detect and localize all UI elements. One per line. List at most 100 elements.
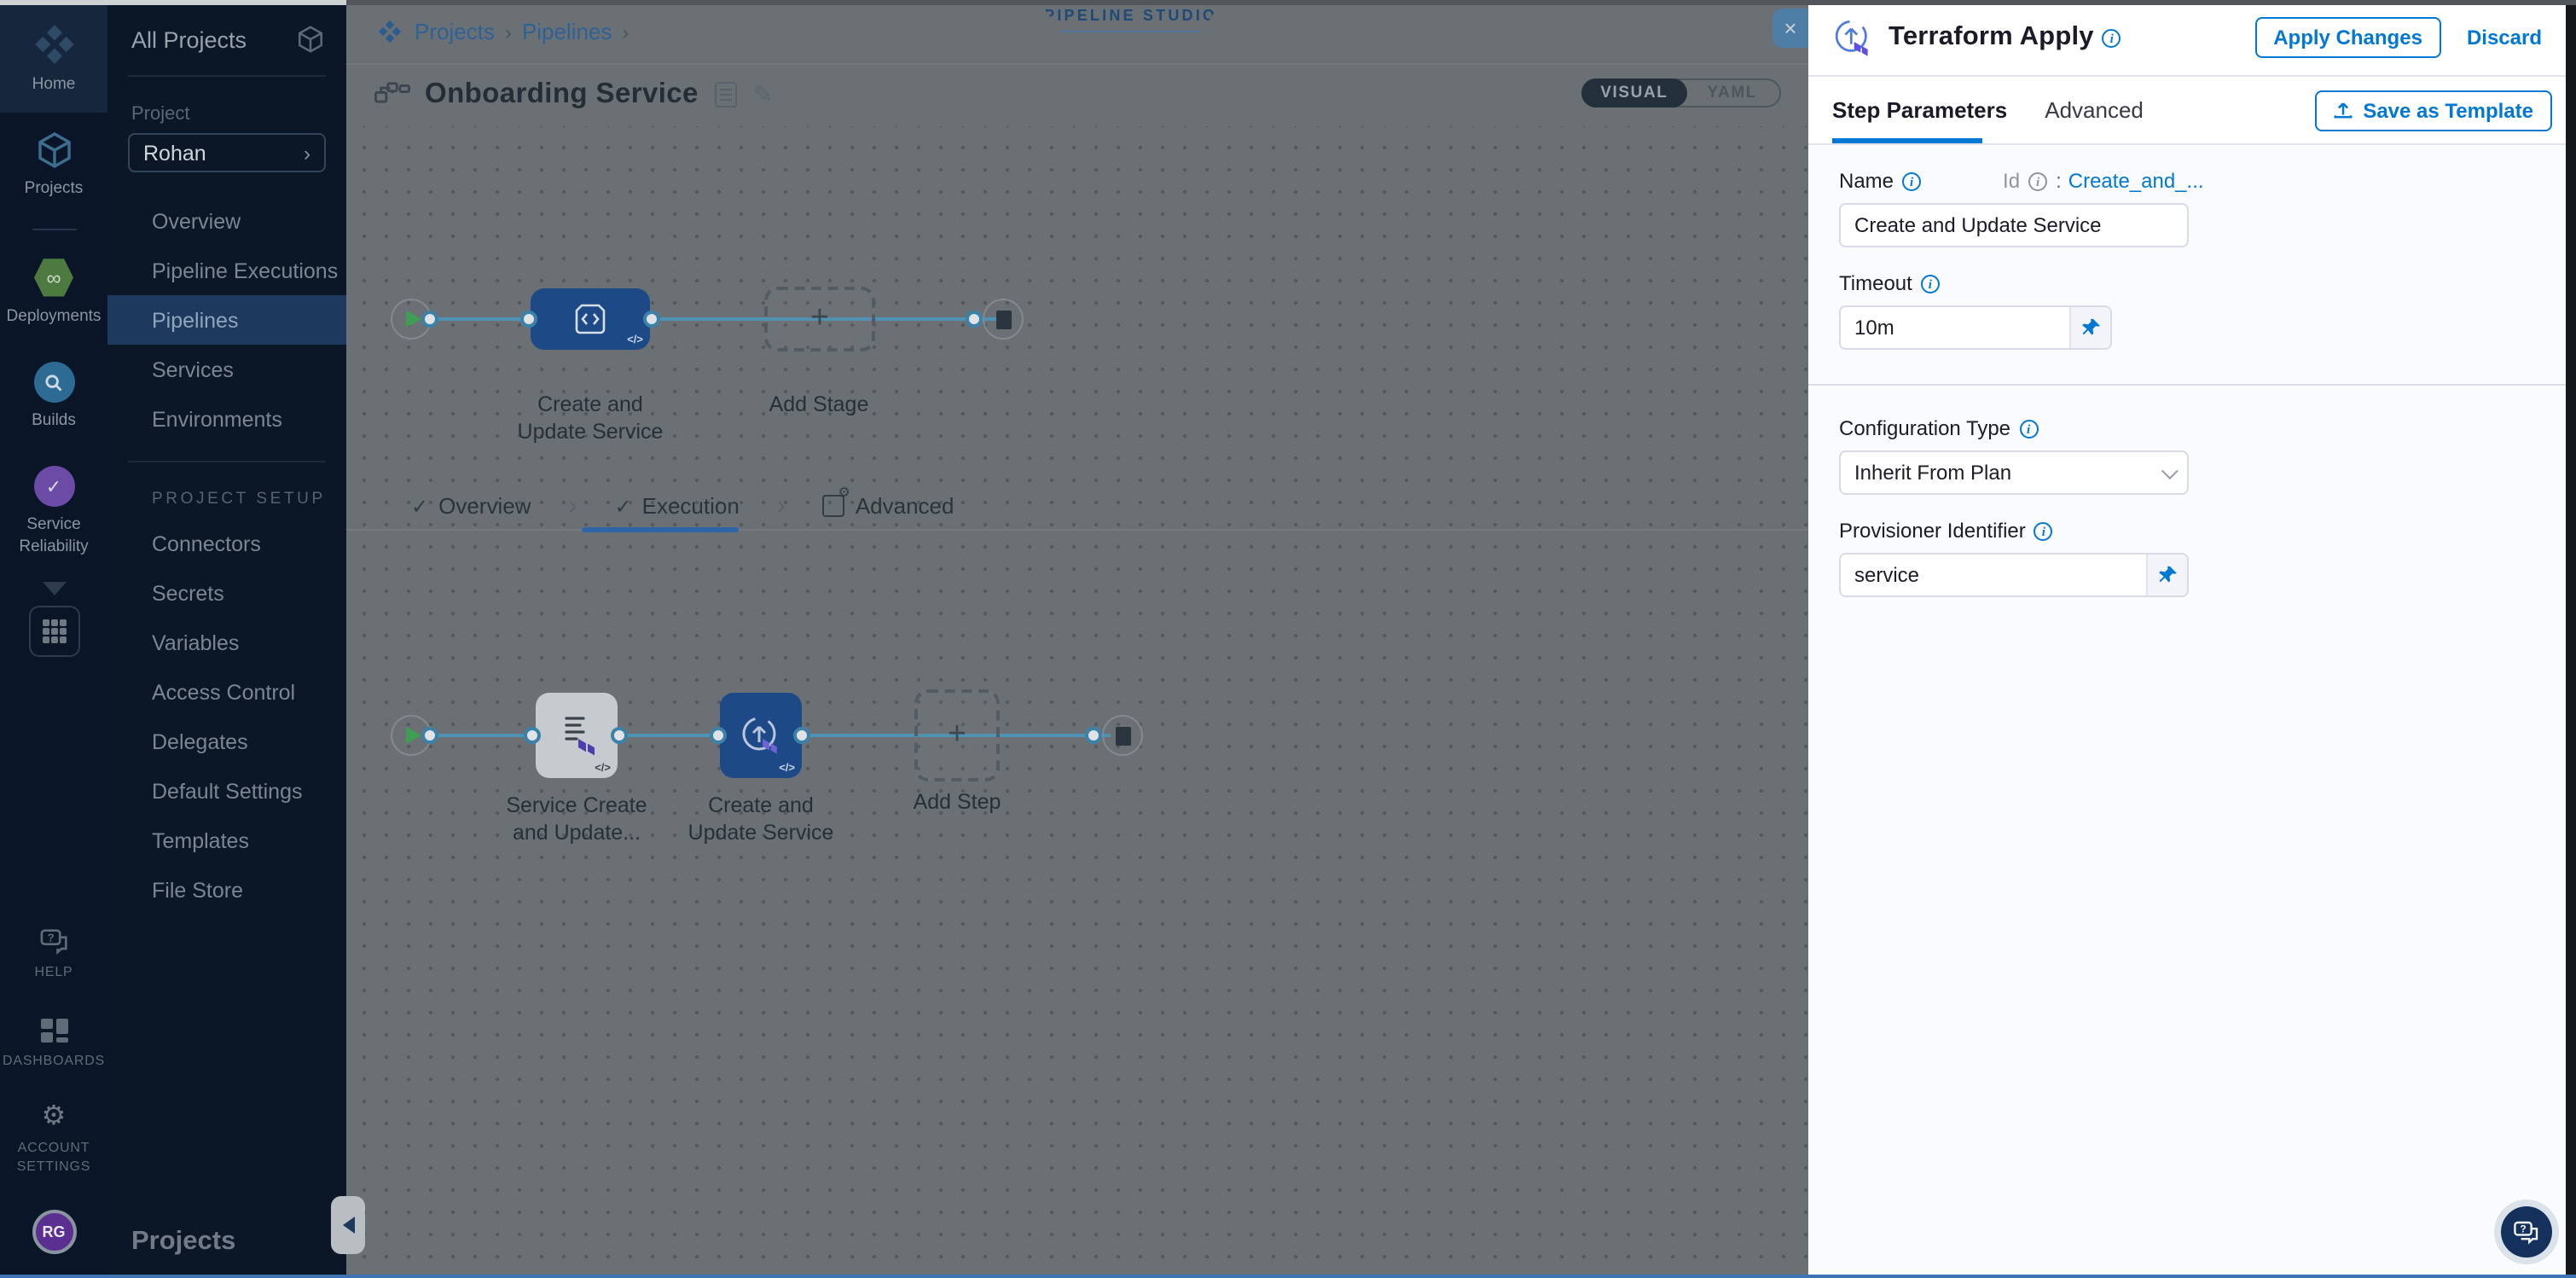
avatar: RG <box>32 1210 76 1254</box>
toggle-yaml[interactable]: YAML <box>1685 80 1780 106</box>
add-stage-label[interactable]: Add Stage <box>742 391 896 419</box>
form-divider <box>1808 384 2576 386</box>
project-sidebar: All Projects Project Rohan › Overview Pi… <box>107 0 346 1278</box>
edge-joint[interactable] <box>524 727 541 744</box>
nav-service-reliability[interactable]: ✓ Service Reliability <box>0 450 107 575</box>
execution-end-node <box>1102 715 1143 756</box>
nav-projects[interactable]: Projects <box>0 113 107 218</box>
help-chat-widget[interactable]: ? <box>2501 1206 2552 1258</box>
id-label: Id <box>2003 169 2020 193</box>
rail-more-chevron-icon[interactable] <box>42 582 66 595</box>
chevron-right-icon: › <box>777 491 786 520</box>
step-parameters-form: Name i Id i : Create_and_... Timeout i <box>1808 145 2576 1278</box>
info-icon[interactable]: i <box>2028 171 2047 190</box>
step-node-terraform-apply[interactable]: </> <box>720 693 802 778</box>
add-step-node[interactable]: + <box>914 689 1000 781</box>
window-scrollbar-track[interactable] <box>2566 0 2576 1278</box>
tab-step-parameters[interactable]: Step Parameters <box>1832 97 2007 123</box>
breadcrumb-projects-link[interactable]: Projects <box>415 19 495 44</box>
nav-account-settings[interactable]: ⚙ ACCOUNT SETTINGS <box>0 1087 107 1193</box>
nav-builds[interactable]: Builds <box>0 345 107 450</box>
step-node-service-create[interactable]: </> <box>536 693 618 778</box>
stage-node-label[interactable]: Create and Update Service <box>513 391 667 446</box>
stage-node-create-update-service[interactable]: </> <box>531 288 650 350</box>
fixed-value-pin-button[interactable] <box>2069 307 2110 348</box>
add-stage-node[interactable]: + <box>764 287 875 351</box>
module-rail: Home Projects ∞ Deployments Builds ✓ Ser… <box>0 0 107 1278</box>
nav-home-label: Home <box>32 75 76 96</box>
edge-joint[interactable] <box>966 311 983 328</box>
service-reliability-icon: ✓ <box>33 467 74 508</box>
chevron-right-icon: › <box>304 141 310 165</box>
sidebar-item-overview[interactable]: Overview <box>107 196 346 246</box>
add-step-label[interactable]: Add Step <box>880 788 1034 816</box>
plus-icon: + <box>948 717 966 754</box>
sidebar-item-access-control[interactable]: Access Control <box>107 667 346 717</box>
tab-execution[interactable]: ✓ Execution <box>615 493 740 519</box>
edge-joint[interactable] <box>421 311 438 328</box>
tab-overview[interactable]: ✓ Overview <box>411 493 531 519</box>
nav-help[interactable]: ? HELP <box>0 912 107 1000</box>
info-icon[interactable]: i <box>2019 419 2038 438</box>
tab-drawer-advanced[interactable]: Advanced <box>2045 97 2144 123</box>
nav-dashboards[interactable]: DASHBOARDS <box>0 1000 107 1088</box>
user-avatar-item[interactable]: RG <box>0 1193 107 1278</box>
canvas-grid: </> + Create and Update Service Add Stag… <box>346 126 1808 1278</box>
edge-joint[interactable] <box>611 727 628 744</box>
sidebar-item-services[interactable]: Services <box>107 345 346 394</box>
builds-icon <box>33 362 74 403</box>
timeout-field-group <box>1839 305 2112 350</box>
sidebar-item-secrets[interactable]: Secrets <box>107 568 346 618</box>
yaml-code-badge: </> <box>627 334 643 346</box>
active-tab-underline <box>1832 138 1982 143</box>
sidebar-item-variables[interactable]: Variables <box>107 618 346 667</box>
project-selector[interactable]: Rohan › <box>128 133 326 172</box>
edit-pencil-icon[interactable]: ✎ <box>753 80 773 109</box>
nav-deployments[interactable]: ∞ Deployments <box>0 240 107 345</box>
play-icon <box>405 311 421 328</box>
toggle-visual[interactable]: VISUAL <box>1581 78 1686 107</box>
edge-joint[interactable] <box>710 727 727 744</box>
info-icon[interactable]: i <box>1921 274 1940 293</box>
module-grid-button[interactable] <box>28 606 79 657</box>
info-icon[interactable]: i <box>2103 28 2121 47</box>
sidebar-item-pipeline-executions[interactable]: Pipeline Executions <box>107 246 346 295</box>
edge-joint[interactable] <box>421 727 438 744</box>
notes-icon[interactable] <box>716 82 738 107</box>
sidebar-divider <box>128 461 326 462</box>
svg-text:?: ? <box>2520 1222 2526 1234</box>
sidebar-item-connectors[interactable]: Connectors <box>107 519 346 568</box>
sidebar-item-file-store[interactable]: File Store <box>107 865 346 915</box>
sidebar-item-default-settings[interactable]: Default Settings <box>107 766 346 816</box>
edge-joint[interactable] <box>1085 727 1102 744</box>
all-projects-label[interactable]: All Projects <box>131 26 247 52</box>
timeout-field[interactable] <box>1841 307 2069 348</box>
stage-tab-bar: ✓ Overview › ✓ Execution › Advanced <box>346 483 1808 531</box>
sidebar-collapse-handle[interactable] <box>331 1196 365 1254</box>
nav-home[interactable]: Home <box>0 0 107 113</box>
provisioner-identifier-field[interactable] <box>1841 555 2146 595</box>
info-icon[interactable]: i <box>1902 171 1921 190</box>
edge-joint[interactable] <box>643 311 660 328</box>
edge-joint[interactable] <box>793 727 810 744</box>
discard-button[interactable]: Discard <box>2467 26 2542 49</box>
close-drawer-button[interactable]: × <box>1772 9 1808 48</box>
save-as-template-button[interactable]: Save as Template <box>2315 90 2552 131</box>
edge-joint[interactable] <box>520 311 537 328</box>
step-label[interactable]: Create and Update Service <box>684 792 838 847</box>
breadcrumb-pipelines-link[interactable]: Pipelines <box>522 19 612 44</box>
pipeline-title-bar: Onboarding Service ✎ VISUAL YAML <box>346 65 1808 125</box>
fixed-value-pin-button[interactable] <box>2146 555 2187 595</box>
name-field[interactable] <box>1839 203 2189 247</box>
step-label[interactable]: Service Create and Update... <box>500 792 653 847</box>
configuration-type-select[interactable]: Inherit From Plan <box>1839 450 2189 495</box>
timeout-label: Timeout <box>1839 271 1912 295</box>
step-id-link[interactable]: Create_and_... <box>2068 169 2204 193</box>
info-icon[interactable]: i <box>2034 521 2053 540</box>
sidebar-item-environments[interactable]: Environments <box>107 394 346 444</box>
sidebar-item-templates[interactable]: Templates <box>107 816 346 865</box>
apply-changes-button[interactable]: Apply Changes <box>2254 17 2441 58</box>
tab-advanced[interactable]: Advanced <box>823 493 954 519</box>
sidebar-item-delegates[interactable]: Delegates <box>107 717 346 766</box>
sidebar-item-pipelines[interactable]: Pipelines <box>107 295 346 345</box>
